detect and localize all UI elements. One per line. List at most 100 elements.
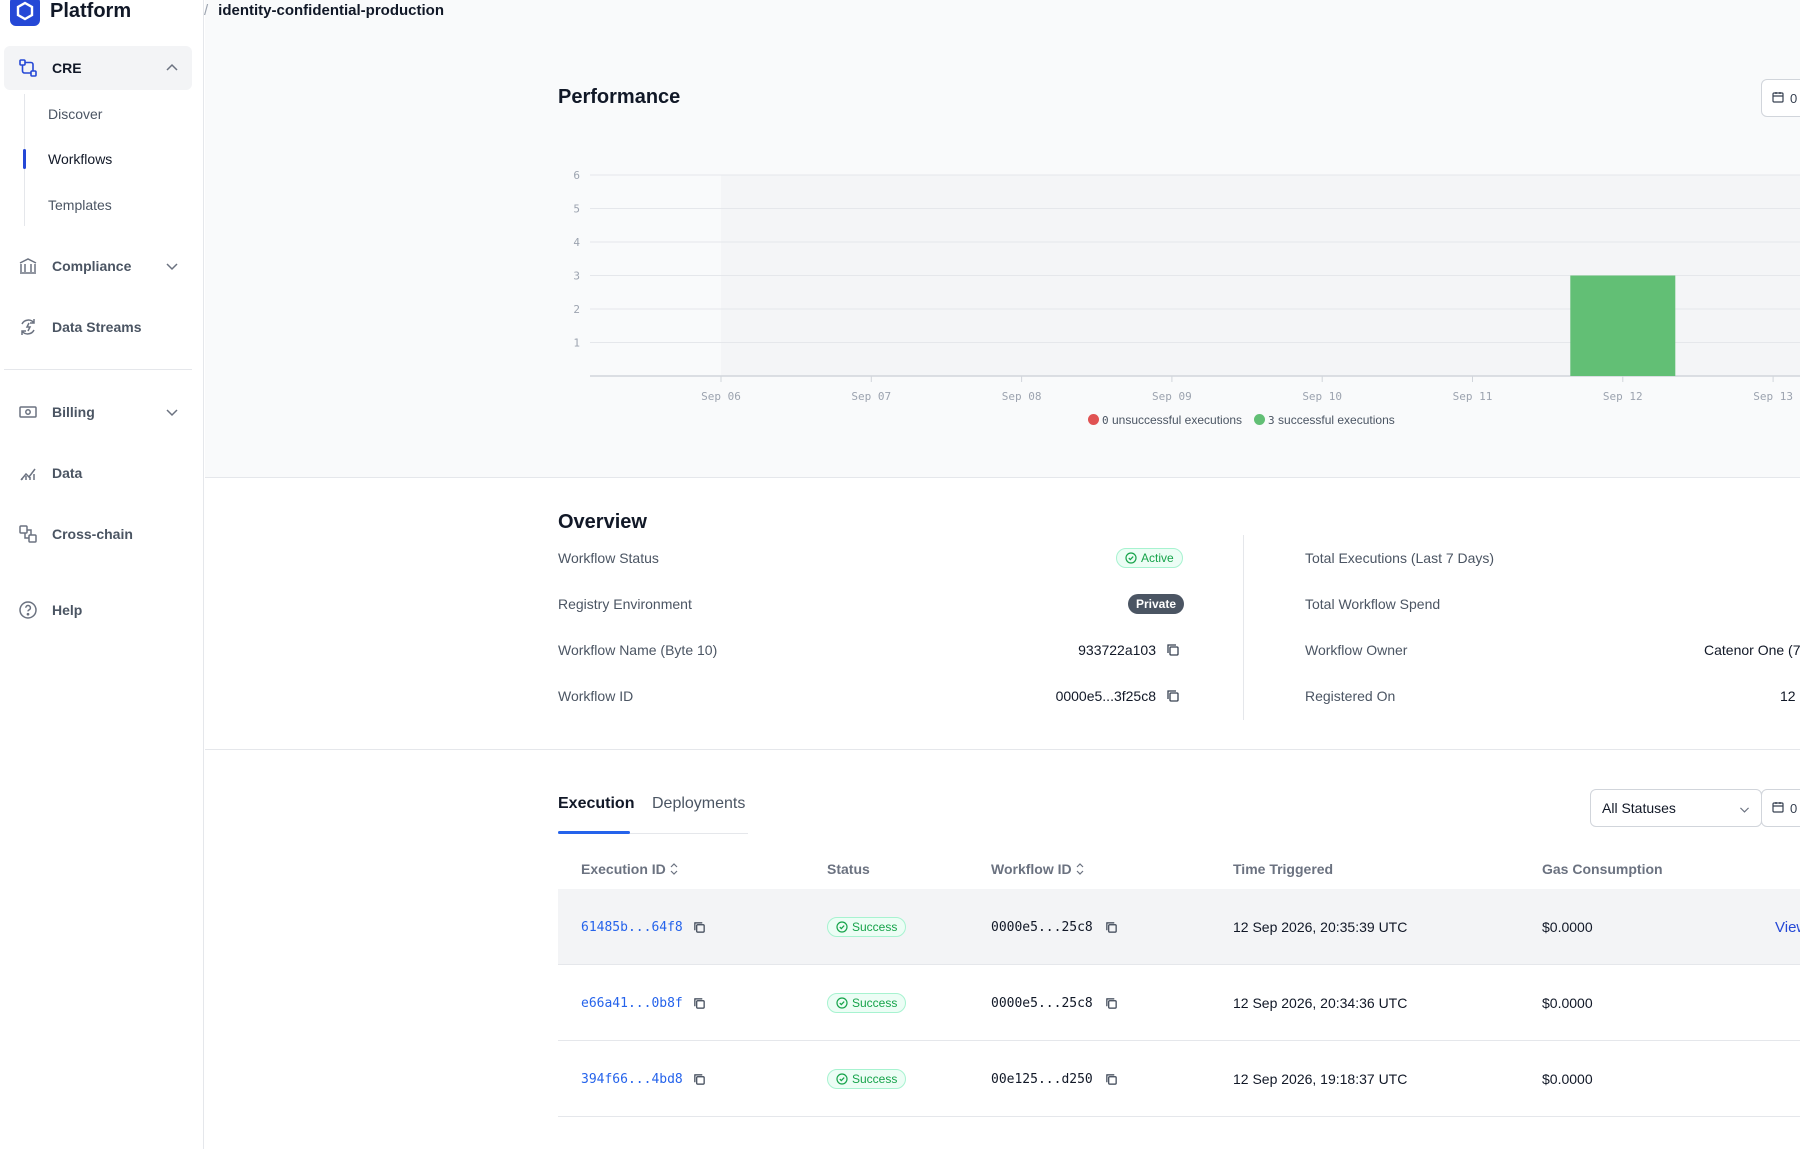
execution-date-button[interactable]: 0	[1761, 789, 1800, 827]
breadcrumb: / identity-confidential-production	[204, 2, 444, 19]
execution-id-link[interactable]: 394f66...4bd8	[581, 1072, 683, 1087]
sidebar-item-cross-chain[interactable]: Cross-chain	[4, 512, 192, 556]
calendar-icon	[1772, 91, 1784, 106]
chart-legend: 0 unsuccessful executions 3 successful e…	[1088, 413, 1395, 427]
sidebar-item-cre[interactable]: CRE	[4, 46, 192, 90]
legend-count: 3	[1268, 414, 1275, 427]
column-header-label: Workflow ID	[991, 861, 1072, 877]
chart-icon	[16, 461, 40, 485]
workflow-id-cell: 00e125...d250	[991, 1071, 1093, 1087]
copy-icon[interactable]	[1105, 921, 1118, 934]
legend-count: 0	[1102, 414, 1109, 427]
tab-deployments[interactable]: Deployments	[652, 795, 745, 813]
status-badge: Success	[827, 917, 907, 937]
sidebar-item-help[interactable]: Help	[4, 588, 192, 632]
sidebar-subitem-discover[interactable]: Discover	[48, 106, 102, 122]
help-icon	[16, 598, 40, 622]
tab-active-underline	[558, 831, 630, 834]
check-circle-icon	[1125, 552, 1137, 564]
billing-icon	[16, 400, 40, 424]
overview-panel	[205, 478, 1800, 750]
status-badge-label: Success	[852, 1072, 898, 1086]
sidebar-item-label: Compliance	[52, 258, 132, 274]
sync-icon	[16, 315, 40, 339]
sidebar-item-label: Data	[52, 465, 83, 481]
copy-icon[interactable]	[693, 1073, 706, 1086]
workflow-id-cell: 0000e5...25c8	[991, 995, 1093, 1011]
workflow-id-cell: 0000e5...25c8	[991, 919, 1093, 935]
bar-successful-executions	[1570, 275, 1676, 376]
column-header-label: Execution ID	[581, 861, 666, 877]
x-tick-label: Sep 13	[1753, 390, 1793, 403]
sidebar-divider	[4, 369, 192, 370]
workflow-id-value: 0000e5...3f25c8	[1055, 688, 1156, 704]
x-tick-label: Sep 07	[851, 390, 891, 403]
sidebar-item-billing[interactable]: Billing	[4, 390, 192, 434]
status-badge-label: Success	[852, 996, 898, 1010]
sidebar-subitem-workflows[interactable]: Workflows	[48, 151, 112, 167]
x-tick-label: Sep 06	[701, 390, 741, 403]
execution-id-link[interactable]: 61485b...64f8	[581, 920, 683, 935]
table-row[interactable]: 394f66...4bd8 Success 00e125...d250 12 S…	[558, 1041, 1800, 1117]
y-tick-label: 3	[573, 270, 580, 283]
performance-date-button[interactable]: 0	[1761, 79, 1800, 117]
y-tick-label: 6	[573, 169, 580, 182]
y-tick-label: 5	[573, 203, 580, 216]
performance-chart: 1 2 3 4 5 6 Sep 06 Sep 07 Sep 08 Sep 09 Sep 10 Sep …	[573, 169, 1800, 403]
sidebar-item-label: CRE	[52, 60, 82, 76]
overview-label-total-executions: Total Executions (Last 7 Days)	[1305, 550, 1495, 566]
gas-consumption-cell: $0.0000	[1542, 995, 1593, 1011]
performance-title: Performance	[558, 86, 681, 108]
tab-execution[interactable]: Execution	[558, 795, 634, 813]
column-header-workflow-id[interactable]: Workflow ID	[991, 861, 1084, 877]
overview-label-registry: Registry Environment	[558, 596, 692, 612]
sidebar-item-data[interactable]: Data	[4, 451, 192, 495]
brand-name: Platform	[50, 0, 132, 22]
overview-label-workflow-id: Workflow ID	[558, 688, 634, 704]
copy-icon[interactable]	[1166, 689, 1180, 703]
sidebar-item-label: Help	[52, 602, 83, 618]
cross-chain-icon	[16, 522, 40, 546]
copy-icon[interactable]	[1105, 997, 1118, 1010]
workflow-name-value: 933722a103	[1078, 642, 1156, 658]
legend-dot-green	[1254, 414, 1266, 425]
legend-item-unsuccessful[interactable]: 0 unsuccessful executions	[1088, 413, 1242, 427]
copy-icon[interactable]	[1105, 1073, 1118, 1086]
y-tick-label: 1	[573, 337, 580, 350]
x-tick-label: Sep 09	[1152, 390, 1192, 403]
sidebar-item-data-streams[interactable]: Data Streams	[4, 305, 192, 349]
column-header-label: Gas Consumption	[1542, 861, 1663, 877]
copy-icon[interactable]	[1166, 643, 1180, 657]
breadcrumb-current[interactable]: identity-confidential-production	[218, 2, 444, 19]
column-header-execution-id[interactable]: Execution ID	[581, 861, 678, 877]
copy-icon[interactable]	[693, 997, 706, 1010]
copy-icon[interactable]	[693, 921, 706, 934]
date-range-label: 0	[1790, 800, 1798, 816]
execution-id-link[interactable]: e66a41...0b8f	[581, 996, 683, 1011]
sidebar-subitem-templates[interactable]: Templates	[48, 197, 112, 213]
calendar-icon	[1772, 801, 1784, 816]
view-link[interactable]: View	[1775, 889, 1800, 965]
status-badge: Success	[827, 1069, 907, 1089]
overview-label-total-spend: Total Workflow Spend	[1305, 596, 1441, 612]
time-triggered-cell: 12 Sep 2026, 19:18:37 UTC	[1233, 1071, 1408, 1087]
overview-label-status: Workflow Status	[558, 550, 659, 566]
status-filter-select[interactable]: All Statuses	[1590, 789, 1762, 827]
check-circle-icon	[836, 997, 848, 1009]
table-row[interactable]: e66a41...0b8f Success 0000e5...25c8 12 S…	[558, 965, 1800, 1041]
legend-item-successful[interactable]: 3 successful executions	[1254, 413, 1395, 427]
bank-icon	[16, 254, 40, 278]
column-header-label: Status	[827, 861, 870, 877]
sidebar-item-compliance[interactable]: Compliance	[4, 244, 192, 288]
sort-icon	[1076, 863, 1084, 875]
overview-divider	[1243, 535, 1244, 720]
column-header-status: Status	[827, 861, 870, 877]
x-tick-label: Sep 10	[1302, 390, 1342, 403]
time-triggered-cell: 12 Sep 2026, 20:35:39 UTC	[1233, 919, 1408, 935]
brand[interactable]: Platform	[10, 0, 131, 26]
check-circle-icon	[836, 1073, 848, 1085]
status-filter-value: All Statuses	[1602, 800, 1676, 816]
table-row[interactable]: 61485b...64f8 Success 0000e5...25c8 12 S…	[558, 889, 1800, 965]
platform-logo-icon	[10, 0, 40, 26]
workflow-icon	[16, 56, 40, 80]
